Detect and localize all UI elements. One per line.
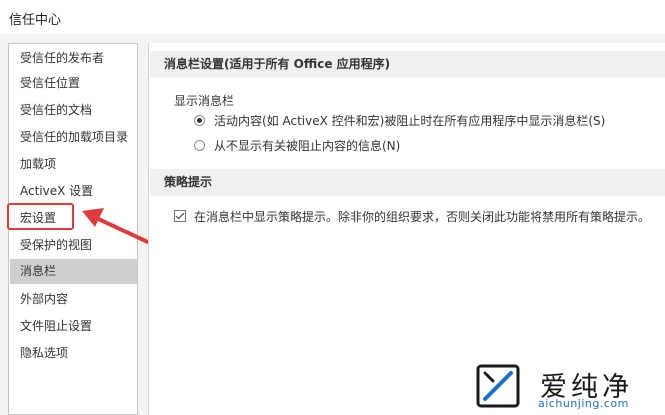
watermark-logo-icon	[476, 364, 520, 408]
sidebar-item-trusted-documents[interactable]: 受信任的文档	[10, 98, 137, 123]
sidebar-item-file-block-settings[interactable]: 文件阻止设置	[10, 314, 137, 339]
title-bar: 信任中心	[0, 0, 665, 34]
sidebar-item-macro-settings[interactable]: 宏设置	[10, 206, 137, 231]
show-message-bar-label: 显示消息栏	[174, 94, 235, 108]
sidebar-item-privacy-options[interactable]: 隐私选项	[10, 341, 137, 366]
sidebar: 受信任的发布者 受信任位置 受信任的文档 受信任的加载项目录 加载项 Activ…	[8, 43, 138, 415]
checkbox-checked-icon[interactable]	[174, 210, 186, 222]
sidebar-item-trusted-addin-catalogs[interactable]: 受信任的加载项目录	[10, 125, 137, 150]
watermark: 爱纯净 aichunjing.com	[470, 357, 665, 415]
radio-show-message-bar[interactable]: 活动内容(如 ActiveX 控件和宏)被阻止时在所有应用程序中显示消息栏(S)	[194, 111, 605, 129]
radio-never-show-info[interactable]: 从不显示有关被阻止内容的信息(N)	[194, 136, 400, 154]
radio-label: 从不显示有关被阻止内容的信息(N)	[214, 138, 401, 153]
sidebar-item-external-content[interactable]: 外部内容	[10, 287, 137, 312]
sidebar-item-addins[interactable]: 加载项	[10, 152, 137, 177]
policy-tips-section-header: 策略提示	[150, 169, 665, 196]
sidebar-item-protected-view[interactable]: 受保护的视图	[10, 233, 137, 258]
watermark-url: aichunjing.com	[538, 397, 629, 410]
sidebar-item-activex-settings[interactable]: ActiveX 设置	[10, 179, 137, 204]
radio-button-checked-icon[interactable]	[194, 114, 205, 126]
radio-label: 活动内容(如 ActiveX 控件和宏)被阻止时在所有应用程序中显示消息栏(S)	[214, 113, 606, 128]
message-bar-section-header: 消息栏设置(适用于所有 Office 应用程序)	[150, 51, 665, 78]
window-title: 信任中心	[9, 13, 62, 28]
sidebar-item-message-bar[interactable]: 消息栏	[10, 259, 137, 284]
radio-button-icon[interactable]	[194, 139, 205, 151]
checkbox-label: 在消息栏中显示策略提示。除非你的组织要求，否则关闭此功能将禁用所有策略提示。	[194, 209, 651, 224]
sidebar-item-trusted-locations[interactable]: 受信任位置	[10, 71, 137, 96]
sidebar-item-trusted-publishers[interactable]: 受信任的发布者	[10, 46, 137, 71]
checkbox-show-policy-tips[interactable]: 在消息栏中显示策略提示。除非你的组织要求，否则关闭此功能将禁用所有策略提示。	[174, 207, 650, 225]
